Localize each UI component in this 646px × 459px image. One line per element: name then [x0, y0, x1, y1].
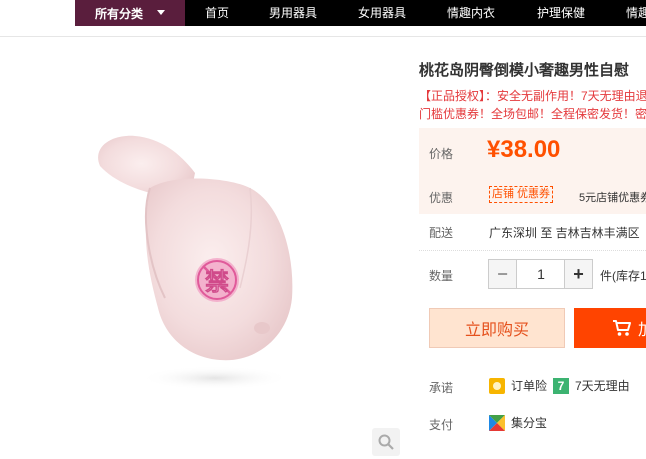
buy-now-label: 立即购买 [464, 322, 529, 339]
quantity-stepper: − + [488, 259, 593, 289]
zoom-button[interactable] [372, 428, 400, 456]
guarantee-label: 承诺 [429, 381, 454, 395]
add-to-cart-label: 加 [638, 316, 646, 340]
nav-item-male[interactable]: 男用器具 [269, 0, 317, 26]
order-insurance[interactable]: 订单险 [489, 377, 547, 394]
payment-label: 支付 [429, 418, 454, 432]
seven-day-icon: 7 [553, 377, 569, 394]
nav-item-home[interactable]: 首页 [205, 0, 229, 26]
quantity-increase-button[interactable]: + [564, 260, 592, 288]
price-panel: 价格 ¥38.00 优惠 店铺 优惠券 5元店铺优惠券 [419, 128, 646, 214]
buy-now-button[interactable]: 立即购买 [429, 308, 565, 348]
stock-text: 件(库存1 [600, 269, 646, 283]
payment-jifenbao[interactable]: 集分宝 [489, 414, 547, 431]
jifenbao-icon [489, 414, 505, 431]
add-to-cart-button[interactable]: 加 [574, 308, 646, 348]
shipping-label: 配送 [429, 226, 454, 240]
quantity-input[interactable] [518, 260, 564, 288]
chevron-down-icon [157, 10, 165, 15]
quantity-decrease-button[interactable]: − [489, 260, 517, 288]
shipping-route[interactable]: 广东深圳 至 吉林吉林丰满区 [489, 224, 640, 241]
product-title: 桃花岛阴臀倒模小奢趣男性自慰 [419, 62, 630, 79]
cart-icon [613, 320, 631, 336]
insurance-icon [489, 377, 505, 394]
divider [419, 250, 646, 251]
shop-coupon-tag[interactable]: 店铺 优惠券 [489, 186, 554, 203]
nav-item-lingerie[interactable]: 情趣内衣 [447, 0, 495, 26]
product-image-area: 禁 [0, 38, 410, 459]
censor-char: 禁 [205, 268, 229, 296]
jifenbao-label: 集分宝 [511, 416, 548, 430]
product-subtitle-line1: 【正品授权】：安全无副作用！7天无理由退 [419, 89, 646, 103]
seven-day-return-label: 7天无理由 [575, 379, 630, 393]
seven-day-return[interactable]: 7 7天无理由 [553, 377, 630, 394]
order-insurance-label: 订单险 [511, 379, 548, 393]
promo-text: 5元店铺优惠券 [579, 192, 646, 204]
top-nav-bar: 所有分类 首页 男用器具 女用器具 情趣内衣 护理保健 情趣 [0, 0, 646, 37]
price-value: ¥38.00 [487, 136, 561, 163]
nav-item-care[interactable]: 护理保健 [537, 0, 585, 26]
all-categories-menu[interactable]: 所有分类 [75, 0, 185, 26]
magnifier-icon [378, 434, 394, 450]
quantity-label: 数量 [429, 269, 454, 283]
nav-item-female[interactable]: 女用器具 [358, 0, 406, 26]
all-categories-label: 所有分类 [95, 6, 144, 21]
price-label: 价格 [429, 147, 454, 161]
product-subtitle-line2: 门槛优惠券！全场包邮！全程保密发货！密 [419, 107, 646, 121]
promo-label: 优惠 [429, 191, 454, 205]
nav-item-more[interactable]: 情趣 [626, 0, 646, 26]
product-image: 禁 [98, 135, 293, 390]
